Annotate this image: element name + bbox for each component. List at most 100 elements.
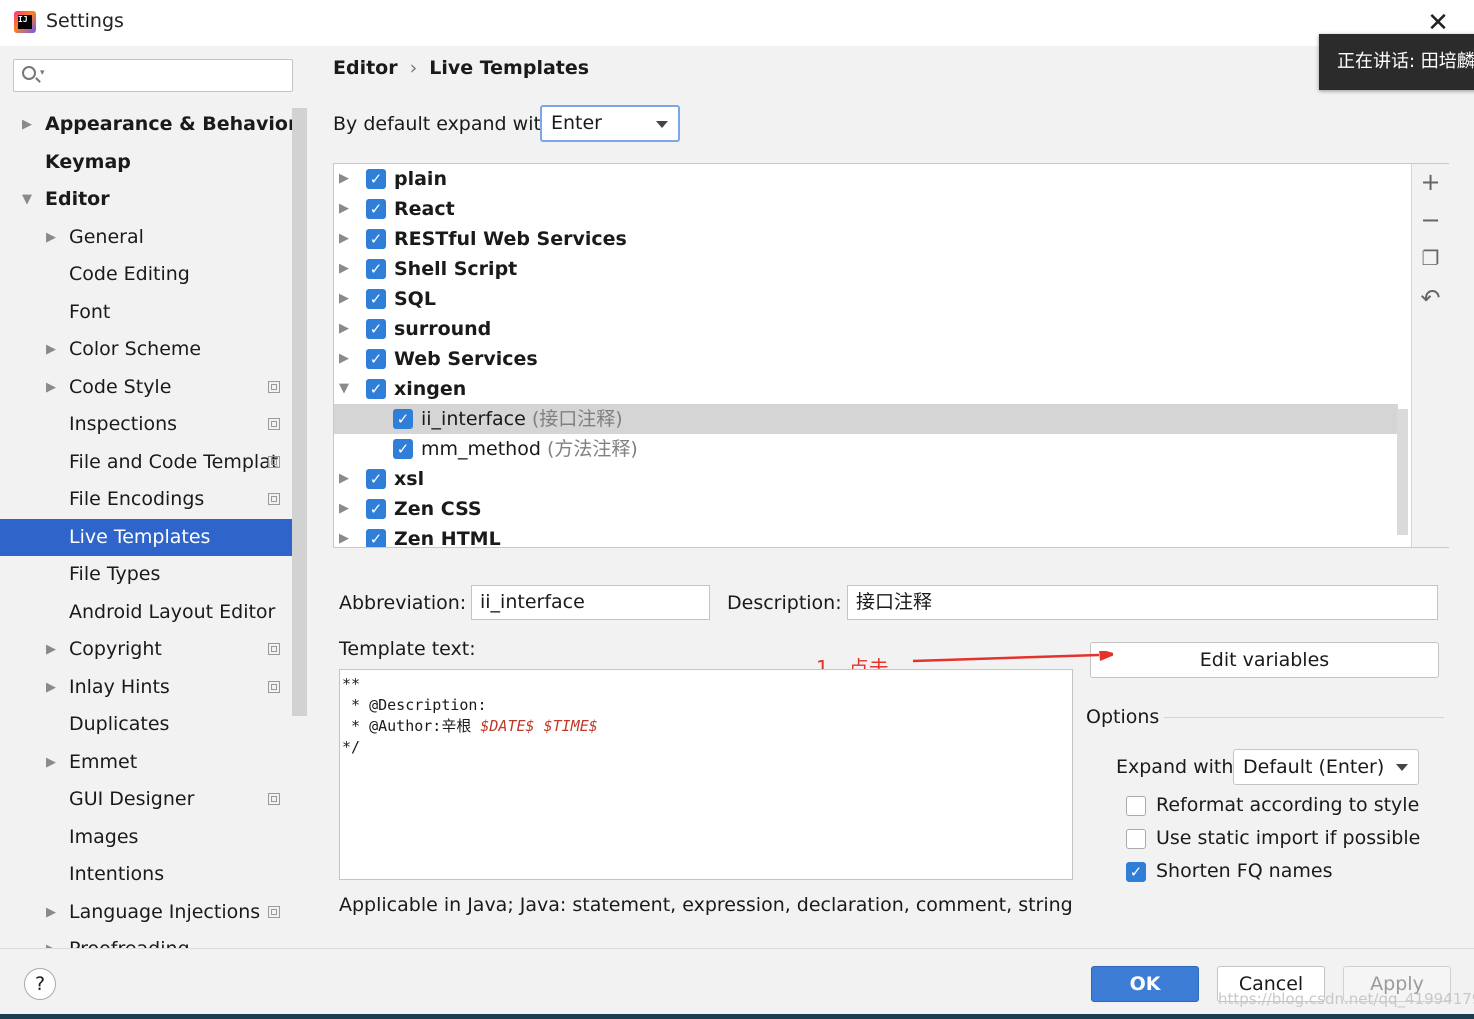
sidebar-item-gui-designer[interactable]: GUI Designer bbox=[0, 781, 291, 818]
template-enabled-checkbox[interactable]: ✓ bbox=[366, 499, 386, 519]
collapsed-arrow-icon[interactable]: ▶ bbox=[46, 894, 56, 931]
copy-icon[interactable]: ❐ bbox=[1412, 246, 1449, 270]
static-import-checkbox[interactable] bbox=[1126, 829, 1146, 849]
remove-icon[interactable]: − bbox=[1412, 206, 1449, 234]
sidebar-item-keymap[interactable]: Keymap bbox=[0, 144, 291, 181]
help-button[interactable]: ? bbox=[24, 968, 56, 1000]
sidebar-item-intentions[interactable]: Intentions bbox=[0, 856, 291, 893]
project-scope-icon bbox=[268, 418, 280, 430]
sidebar-item-language-injections[interactable]: ▶ Language Injections bbox=[0, 894, 291, 931]
sidebar-item-proofreading[interactable]: ▶ Proofreading bbox=[0, 931, 291, 948]
template-enabled-checkbox[interactable]: ✓ bbox=[366, 199, 386, 219]
reformat-checkbox[interactable] bbox=[1126, 796, 1146, 816]
template-name: ii_interface bbox=[421, 408, 526, 430]
collapsed-arrow-icon[interactable]: ▶ bbox=[339, 224, 349, 254]
template-group-row[interactable]: ▶ ✓ RESTful Web Services bbox=[334, 224, 1398, 254]
template-group-row[interactable]: ▶ ✓ React bbox=[334, 194, 1398, 224]
sidebar-item-editor[interactable]: ▼ Editor bbox=[0, 181, 291, 218]
breadcrumb-editor[interactable]: Editor bbox=[333, 57, 398, 79]
template-enabled-checkbox[interactable]: ✓ bbox=[393, 439, 413, 459]
sidebar-item-file-encodings[interactable]: File Encodings bbox=[0, 481, 291, 518]
template-enabled-checkbox[interactable]: ✓ bbox=[393, 409, 413, 429]
template-row[interactable]: ✓ ii_interface (接口注释) bbox=[334, 404, 1398, 434]
template-row[interactable]: ✓ mm_method (方法注释) bbox=[334, 434, 1398, 464]
template-enabled-checkbox[interactable]: ✓ bbox=[366, 229, 386, 249]
template-label: plain bbox=[394, 164, 447, 194]
collapsed-arrow-icon[interactable]: ▶ bbox=[46, 931, 56, 948]
sidebar-item-general[interactable]: ▶ General bbox=[0, 219, 291, 256]
collapsed-arrow-icon[interactable]: ▶ bbox=[339, 494, 349, 524]
template-text-editor[interactable]: ** * @Description: * @Author:辛根 $DATE$ $… bbox=[339, 669, 1073, 880]
collapsed-arrow-icon[interactable]: ▶ bbox=[339, 164, 349, 194]
template-enabled-checkbox[interactable]: ✓ bbox=[366, 469, 386, 489]
sidebar-item-font[interactable]: Font bbox=[0, 294, 291, 331]
template-group-row[interactable]: ▶ ✓ xsl bbox=[334, 464, 1398, 494]
sidebar-item-code-style[interactable]: ▶ Code Style bbox=[0, 369, 291, 406]
collapsed-arrow-icon[interactable]: ▶ bbox=[339, 284, 349, 314]
templates-scrollbar[interactable] bbox=[1397, 409, 1408, 535]
template-enabled-checkbox[interactable]: ✓ bbox=[366, 529, 386, 547]
template-enabled-checkbox[interactable]: ✓ bbox=[366, 169, 386, 189]
template-name: Shell Script bbox=[394, 258, 518, 280]
sidebar-item-code-editing[interactable]: Code Editing bbox=[0, 256, 291, 293]
default-expand-select[interactable]: Enter bbox=[540, 105, 680, 142]
sidebar-item-emmet[interactable]: ▶ Emmet bbox=[0, 744, 291, 781]
collapsed-arrow-icon[interactable]: ▶ bbox=[46, 744, 56, 781]
collapsed-arrow-icon[interactable]: ▶ bbox=[339, 344, 349, 374]
collapsed-arrow-icon[interactable]: ▶ bbox=[46, 219, 56, 256]
expanded-arrow-icon[interactable]: ▼ bbox=[22, 181, 32, 218]
collapsed-arrow-icon[interactable]: ▶ bbox=[46, 631, 56, 668]
template-group-row[interactable]: ▶ ✓ plain bbox=[334, 164, 1398, 194]
description-input[interactable]: 接口注释 bbox=[847, 585, 1438, 620]
collapsed-arrow-icon[interactable]: ▶ bbox=[46, 669, 56, 706]
collapsed-arrow-icon[interactable]: ▶ bbox=[339, 524, 349, 547]
ok-button[interactable]: OK bbox=[1091, 966, 1199, 1002]
expand-with-select[interactable]: Default (Enter) bbox=[1233, 749, 1419, 785]
collapsed-arrow-icon[interactable]: ▶ bbox=[339, 314, 349, 344]
collapsed-arrow-icon[interactable]: ▶ bbox=[22, 106, 32, 143]
template-group-row[interactable]: ▶ ✓ Zen HTML bbox=[334, 524, 1398, 547]
shorten-fq-checkbox[interactable]: ✓ bbox=[1126, 862, 1146, 882]
sidebar-item-inspections[interactable]: Inspections bbox=[0, 406, 291, 443]
restore-icon[interactable]: ↶ bbox=[1412, 284, 1449, 312]
template-group-row[interactable]: ▶ ✓ surround bbox=[334, 314, 1398, 344]
sidebar-item-appearance-behavior[interactable]: ▶ Appearance & Behavior bbox=[0, 106, 297, 143]
collapsed-arrow-icon[interactable]: ▶ bbox=[46, 331, 56, 368]
sidebar-item-live-templates[interactable]: Live Templates bbox=[0, 518, 307, 556]
collapsed-arrow-icon[interactable]: ▶ bbox=[339, 254, 349, 284]
template-label: Zen HTML bbox=[394, 524, 501, 547]
template-group-row[interactable]: ▶ ✓ Zen CSS bbox=[334, 494, 1398, 524]
sidebar-item-label: Inspections bbox=[69, 413, 178, 435]
template-enabled-checkbox[interactable]: ✓ bbox=[366, 379, 386, 399]
intellij-app-icon: IJ bbox=[14, 11, 36, 33]
sidebar-item-images[interactable]: Images bbox=[0, 819, 291, 856]
edit-variables-button[interactable]: Edit variables bbox=[1090, 642, 1439, 678]
template-group-row[interactable]: ▶ ✓ SQL bbox=[334, 284, 1398, 314]
template-group-row[interactable]: ▶ ✓ Shell Script bbox=[334, 254, 1398, 284]
template-enabled-checkbox[interactable]: ✓ bbox=[366, 259, 386, 279]
sidebar-item-color-scheme[interactable]: ▶ Color Scheme bbox=[0, 331, 291, 368]
sidebar-item-label: Proofreading bbox=[69, 931, 190, 948]
template-group-row[interactable]: ▼ ✓ xingen bbox=[334, 374, 1398, 404]
sidebar-item-copyright[interactable]: ▶ Copyright bbox=[0, 631, 291, 668]
sidebar-item-file-and-code-templat[interactable]: File and Code Templat bbox=[0, 444, 291, 481]
sidebar-scrollbar[interactable] bbox=[292, 108, 307, 716]
template-enabled-checkbox[interactable]: ✓ bbox=[366, 289, 386, 309]
expanded-arrow-icon[interactable]: ▼ bbox=[339, 374, 349, 404]
sidebar-item-label: General bbox=[69, 225, 144, 248]
applicable-contexts-link[interactable]: Applicable in Java; Java: statement, exp… bbox=[339, 894, 1073, 916]
template-group-row[interactable]: ▶ ✓ Web Services bbox=[334, 344, 1398, 374]
sidebar-item-file-types[interactable]: File Types bbox=[0, 556, 291, 593]
template-name: xingen bbox=[394, 378, 467, 400]
template-enabled-checkbox[interactable]: ✓ bbox=[366, 349, 386, 369]
settings-search-input[interactable]: ▾ bbox=[13, 59, 293, 92]
sidebar-item-duplicates[interactable]: Duplicates bbox=[0, 706, 291, 743]
abbreviation-input[interactable]: ii_interface bbox=[471, 585, 710, 620]
template-enabled-checkbox[interactable]: ✓ bbox=[366, 319, 386, 339]
collapsed-arrow-icon[interactable]: ▶ bbox=[339, 464, 349, 494]
sidebar-item-android-layout-editor[interactable]: Android Layout Editor bbox=[0, 594, 291, 631]
add-icon[interactable]: + bbox=[1412, 168, 1449, 196]
collapsed-arrow-icon[interactable]: ▶ bbox=[46, 369, 56, 406]
sidebar-item-inlay-hints[interactable]: ▶ Inlay Hints bbox=[0, 669, 291, 706]
collapsed-arrow-icon[interactable]: ▶ bbox=[339, 194, 349, 224]
